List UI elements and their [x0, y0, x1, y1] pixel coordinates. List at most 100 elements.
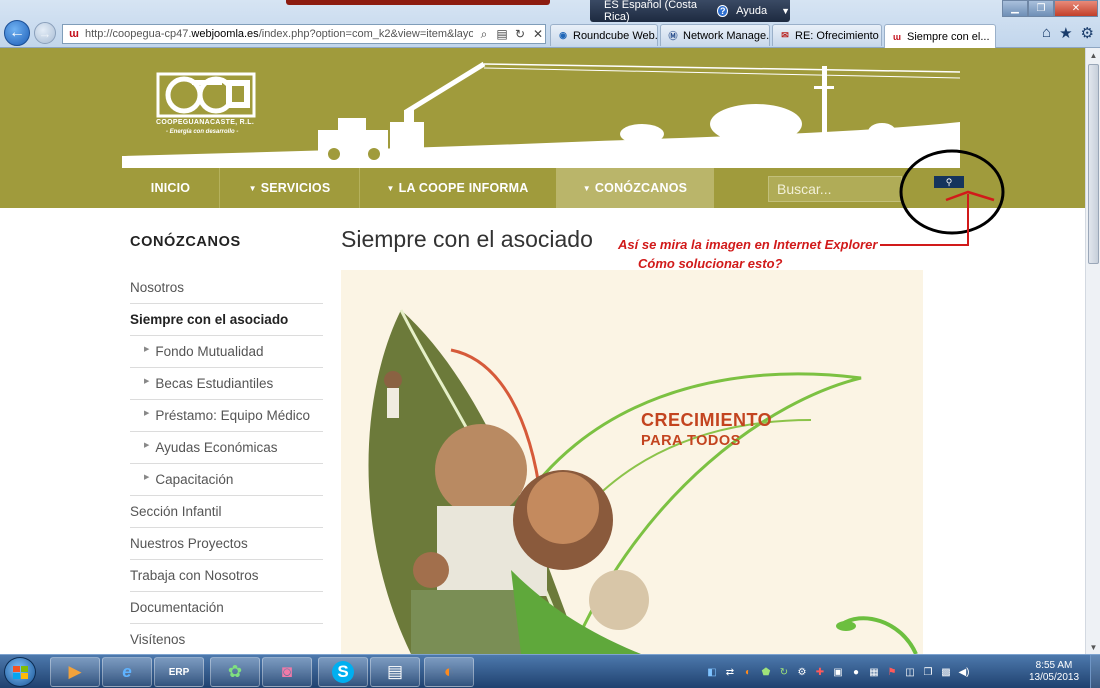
sidebar-item-fondo-mutualidad[interactable]: ▶ Fondo Mutualidad — [130, 336, 323, 368]
tab-network-manager[interactable]: Ⓜ Network Manage... — [660, 24, 770, 46]
show-desktop-button[interactable] — [1090, 655, 1100, 688]
menu-conozcanos[interactable]: ▼ CONÓZCANOS — [556, 168, 714, 208]
close-window-button[interactable]: ✕ — [1054, 0, 1098, 17]
sidebar-item-capacitacion[interactable]: ▶ Capacitación — [130, 464, 323, 496]
sidebar-item-documentacion[interactable]: Documentación — [130, 592, 323, 624]
annotation-note-line-2: Cómo solucionar esto? — [638, 256, 783, 271]
taskbar-clock[interactable]: 8:55 AM 13/05/2013 — [1022, 660, 1086, 684]
sidebar-item-seccion-infantil[interactable]: Sección Infantil — [130, 496, 323, 528]
tray-volume-icon[interactable]: ◀) — [958, 666, 970, 678]
taskbar-skype[interactable]: S — [318, 657, 368, 687]
forward-arrow-icon: → — [38, 25, 52, 41]
sidebar-item-label: Nuestros Proyectos — [130, 536, 248, 551]
sidebar-item-prestamo-equipo-medico[interactable]: ▶ Préstamo: Equipo Médico — [130, 400, 323, 432]
taskbar-erp[interactable]: ERP — [154, 657, 204, 687]
erp-icon: ERP — [168, 666, 190, 678]
compat-view-icon[interactable]: ▤ — [495, 27, 509, 41]
tray-firefox-icon[interactable]: ◐ — [742, 666, 754, 678]
menu-servicios[interactable]: ▼ SERVICIOS — [220, 168, 359, 208]
menu-inicio[interactable]: INICIO — [122, 168, 219, 208]
window-controls: ▁ ❐ ✕ — [1002, 0, 1098, 17]
help-label[interactable]: Ayuda — [736, 5, 767, 17]
sidebar-item-trabaja-con-nosotros[interactable]: Trabaja con Nosotros — [130, 560, 323, 592]
system-tray: ◧ ⇄ ◐ ⬟ ↻ ⚙ ✚ ▣ ● ▦ ⚑ ◫ ❐ ▩ ◀) — [706, 659, 970, 685]
tray-app-icon[interactable]: ◧ — [706, 666, 718, 678]
sidebar-item-siempre-con-el-asociado[interactable]: Siempre con el asociado — [130, 304, 323, 336]
taskbar-network-app[interactable]: ✿ — [210, 657, 260, 687]
tab-gmail[interactable]: ✉ RE: Ofrecimiento ... — [772, 24, 882, 46]
taskbar-notepad[interactable]: ▤ — [370, 657, 420, 687]
scroll-up-icon[interactable]: ▲ — [1086, 48, 1100, 62]
forward-button[interactable]: → — [34, 22, 56, 44]
maximize-button[interactable]: ❐ — [1028, 0, 1054, 17]
sidebar-item-visitenos[interactable]: Visítenos — [130, 624, 323, 654]
favorites-star-icon[interactable]: ★ — [1059, 24, 1072, 42]
tray-chat-icon[interactable]: ● — [850, 666, 862, 678]
language-bar-menu-icon[interactable]: ▼ — [781, 6, 790, 16]
tab-roundcube[interactable]: ◉ Roundcube Web... — [550, 24, 658, 46]
taskbar-database-app[interactable]: ◙ — [262, 657, 312, 687]
scroll-down-icon[interactable]: ▼ — [1086, 640, 1100, 654]
refresh-icon[interactable]: ↻ — [513, 27, 527, 41]
windows-taskbar: ▶ e ERP ✿ ◙ S ▤ ◐ ◧ ⇄ ◐ ⬟ ↻ ⚙ ✚ ▣ ● ▦ ⚑ … — [0, 654, 1100, 688]
tray-display-icon[interactable]: ▦ — [868, 666, 880, 678]
tray-flag-icon[interactable]: ⚑ — [886, 666, 898, 678]
tray-settings-icon[interactable]: ⚙ — [796, 666, 808, 678]
site-logo[interactable]: COOPEGUANACASTE, R.L. - Energía con desa… — [156, 72, 256, 138]
minimize-button[interactable]: ▁ — [1002, 0, 1028, 17]
address-bar[interactable]: ɯ http://coopegua-cp47.webjoomla.es/inde… — [62, 24, 546, 44]
tray-display2-icon[interactable]: ▩ — [940, 666, 952, 678]
chevron-down-icon: ▼ — [386, 183, 395, 193]
sidebar-item-becas-estudiantiles[interactable]: ▶ Becas Estudiantiles — [130, 368, 323, 400]
tray-window-icon[interactable]: ◫ — [904, 666, 916, 678]
sidebar-item-label: Visítenos — [130, 632, 186, 647]
tray-monitor-icon[interactable]: ▣ — [832, 666, 844, 678]
stop-icon[interactable]: ✕ — [531, 27, 545, 41]
page-scrollbar[interactable]: ▲ ▼ — [1085, 48, 1100, 654]
chevron-down-icon: ▼ — [582, 183, 591, 193]
settings-gear-icon[interactable]: ⚙ — [1081, 24, 1094, 42]
firefox-icon: ◐ — [443, 662, 455, 681]
window-title-strip — [286, 0, 550, 5]
sidebar-item-ayudas-economicas[interactable]: ▶ Ayudas Económicas — [130, 432, 323, 464]
sidebar-item-nuestros-proyectos[interactable]: Nuestros Proyectos — [130, 528, 323, 560]
network-icon: Ⓜ — [668, 31, 678, 41]
language-label: ES Español (Costa Rica) — [604, 0, 697, 23]
site-favicon-icon: ɯ — [69, 28, 79, 40]
media-player-icon: ▶ — [68, 662, 82, 681]
sidebar-item-label: Sección Infantil — [130, 504, 222, 519]
clock-time: 8:55 AM — [1035, 660, 1073, 671]
taskbar-media-player[interactable]: ▶ — [50, 657, 100, 687]
back-arrow-icon: ← — [9, 24, 25, 41]
triangle-right-icon: ▶ — [144, 409, 150, 417]
hero-subtitle: PARA TODOS — [641, 433, 741, 449]
tray-pdf-icon[interactable]: ✚ — [814, 666, 826, 678]
tray-network-icon[interactable]: ⇄ — [724, 666, 736, 678]
sidebar-item-label: Siempre con el asociado — [130, 312, 289, 327]
sidebar-item-label: Ayudas Económicas — [155, 440, 278, 455]
tray-shield-icon[interactable]: ⬟ — [760, 666, 772, 678]
taskbar-firefox[interactable]: ◐ — [424, 657, 474, 687]
menu-la-coope-informa[interactable]: ▼ LA COOPE INFORMA — [360, 168, 555, 208]
sidebar-item-nosotros[interactable]: Nosotros — [130, 272, 323, 304]
tab-siempre-con-el-asociado[interactable]: ɯ Siempre con el... ✕ — [884, 24, 996, 48]
scrollbar-thumb[interactable] — [1088, 64, 1099, 264]
start-button[interactable] — [4, 657, 36, 687]
network-app-icon: ✿ — [227, 662, 243, 681]
help-icon[interactable]: ? — [717, 5, 729, 17]
language-bar[interactable]: ES Español (Costa Rica) ? Ayuda ▼ — [590, 0, 790, 23]
sidebar: CONÓZCANOS Nosotros Siempre con el asoci… — [130, 234, 323, 654]
tray-sync-icon[interactable]: ↻ — [778, 666, 790, 678]
tray-copy-icon[interactable]: ❐ — [922, 666, 934, 678]
site-search-button[interactable]: ⚲ — [934, 176, 964, 188]
tab-label: Network Manage... — [683, 29, 770, 42]
search-dropdown-icon[interactable]: ⌕ — [477, 27, 491, 42]
menu-label: LA COOPE INFORMA — [398, 181, 529, 195]
annotation-note-line-1: Así se mira la imagen en Internet Explor… — [618, 237, 878, 252]
back-button[interactable]: ← — [4, 20, 30, 46]
home-icon[interactable]: ⌂ — [1042, 24, 1051, 42]
site-search-input[interactable] — [768, 176, 902, 202]
taskbar-internet-explorer[interactable]: e — [102, 657, 152, 687]
address-url[interactable]: http://coopegua-cp47.webjoomla.es/index.… — [85, 28, 473, 40]
mail-icon: ✉ — [781, 30, 789, 40]
